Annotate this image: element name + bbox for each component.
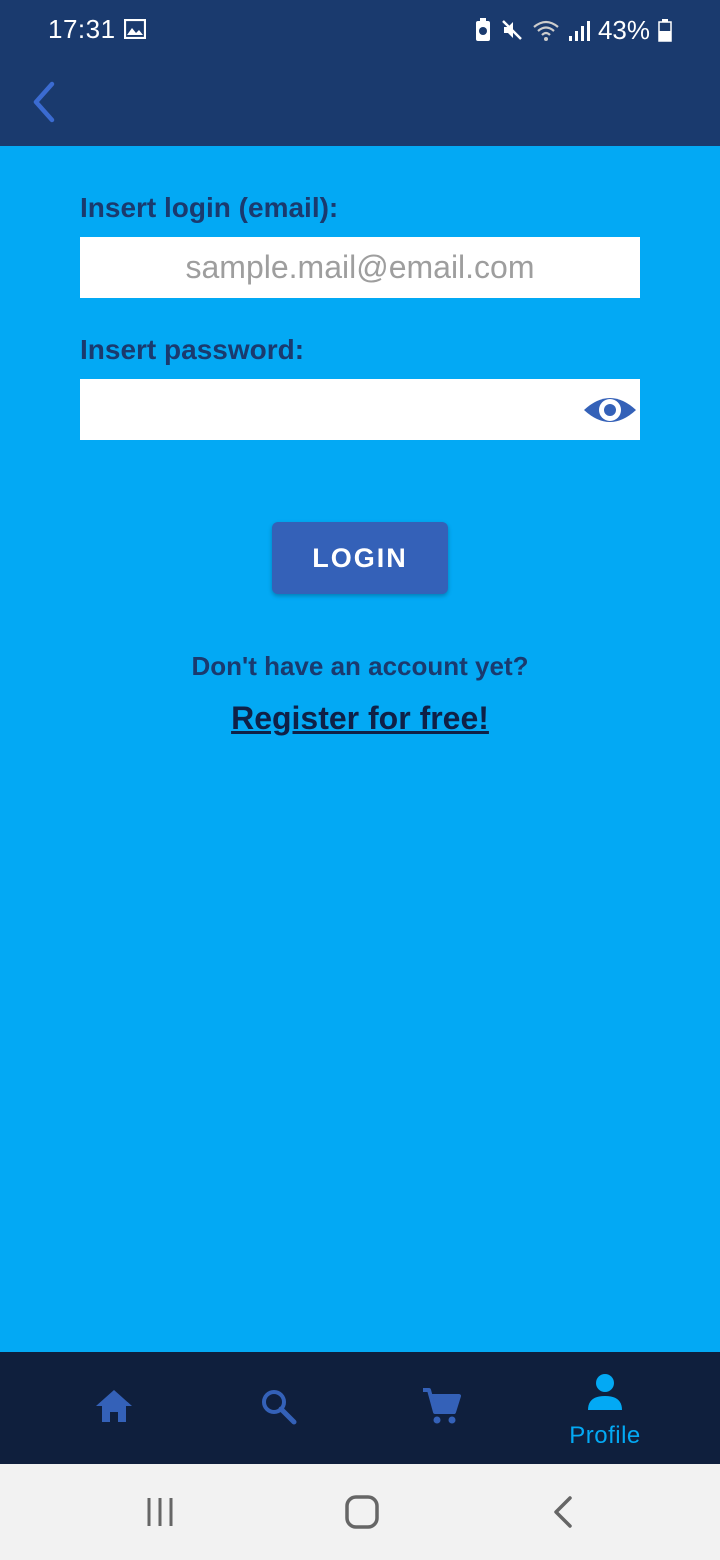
- status-bar: 17:31 43%: [0, 0, 720, 60]
- battery-saver-icon: [475, 18, 490, 41]
- battery-percent: 43%: [597, 14, 650, 45]
- nav-item-home[interactable]: [24, 1352, 204, 1464]
- password-input[interactable]: [80, 379, 570, 440]
- nav-profile-label: Profile: [569, 1422, 641, 1449]
- no-account-text: Don't have an account yet?: [191, 651, 529, 681]
- system-back-icon[interactable]: [540, 1488, 588, 1536]
- login-button[interactable]: LOGIN: [272, 522, 448, 594]
- battery-icon: [658, 19, 672, 42]
- login-screen: 17:31 43% Insert login (email): sample.m…: [0, 0, 720, 1560]
- recent-apps-icon[interactable]: [136, 1488, 184, 1536]
- nav-item-cart[interactable]: [351, 1352, 531, 1464]
- home-icon: [96, 1390, 132, 1422]
- password-field: [80, 379, 640, 440]
- email-input[interactable]: [80, 237, 640, 298]
- system-navigation-bar: [0, 1464, 720, 1560]
- show-password-eye-icon[interactable]: [582, 384, 638, 436]
- mute-icon: [502, 20, 522, 40]
- back-arrow-icon[interactable]: [22, 80, 66, 124]
- search-icon: [262, 1390, 297, 1425]
- wifi-icon: [533, 20, 559, 41]
- status-time: 17:31: [48, 14, 116, 44]
- status-icons: 43%: [474, 14, 672, 46]
- email-label: Insert login (email):: [80, 192, 339, 223]
- register-link[interactable]: Register for free!: [0, 700, 720, 737]
- signal-icon: [568, 21, 590, 41]
- home-button-icon[interactable]: [338, 1488, 386, 1536]
- nav-item-profile[interactable]: Profile: [515, 1352, 695, 1464]
- password-label: Insert password:: [80, 334, 305, 365]
- profile-icon: [588, 1374, 622, 1410]
- bottom-navigation: Profile: [0, 1352, 720, 1464]
- gallery-notification-icon: [124, 19, 146, 39]
- nav-item-search[interactable]: [188, 1352, 368, 1464]
- app-bar: [0, 60, 720, 146]
- cart-icon: [423, 1388, 461, 1424]
